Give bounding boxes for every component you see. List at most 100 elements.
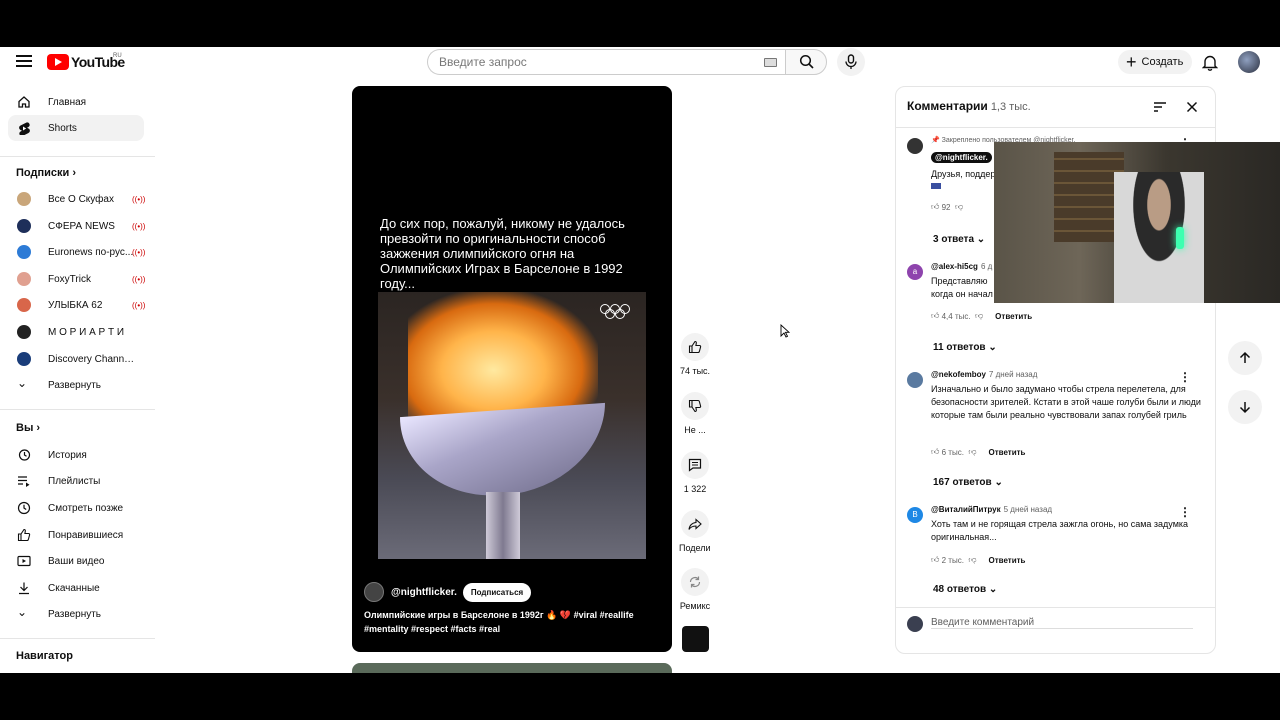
thumbs-down-icon[interactable]: 👎︎ [955,202,963,212]
comment-author[interactable]: @ВиталийПитрук 5 дней назад [931,505,1052,514]
comment-input[interactable] [931,617,1193,629]
sidebar-channel[interactable]: Все О Скуфах ((•)) [8,186,145,212]
commenter-avatar[interactable] [907,372,923,388]
reply-button[interactable]: Ответить [995,312,1032,321]
download-icon [19,582,29,595]
sidebar-item-label: Shorts [48,122,77,134]
sidebar-channel[interactable]: FoxyTrick ((•)) [8,266,145,292]
flame-image [408,292,598,422]
divider [0,156,155,157]
mouse-cursor-icon [780,324,790,338]
channel-avatar [17,192,31,206]
comment-time: 6 д [980,262,993,271]
sidebar-item-liked[interactable]: Понравившиеся [8,522,144,548]
replies-toggle[interactable]: 3 ответа ⌄ [933,234,985,245]
subscriptions-heading[interactable]: Подписки › [16,167,76,179]
divider [0,638,155,639]
keyboard-icon[interactable] [764,58,777,67]
sidebar-channel[interactable]: Discovery Channel ... [8,346,144,372]
replies-toggle[interactable]: 48 ответов ⌄ [933,584,997,595]
menu-icon[interactable] [16,55,32,67]
sound-thumbnail[interactable] [682,626,709,652]
replies-toggle[interactable]: 167 ответов ⌄ [933,477,1003,488]
search-button[interactable] [785,49,827,75]
sidebar-item-your-videos[interactable]: Ваши видео [8,548,144,574]
clock-icon [17,501,31,515]
sidebar-item-history[interactable]: История [8,442,144,468]
commenter-avatar[interactable]: a [907,264,923,280]
chevron-right-icon: › [72,167,76,179]
sidebar-item-label: Ваши видео [48,555,105,567]
you-expand-button[interactable]: ⌄ Развернуть [8,601,144,627]
like-button[interactable] [681,333,709,361]
more-options-icon[interactable]: ⋮ [1179,370,1191,384]
create-label: Создать [1141,56,1184,68]
sort-icon[interactable] [1153,101,1167,113]
video-overlay-text: До сих пор, пожалуй, никому не удалось п… [380,216,625,291]
next-video-button[interactable] [1228,390,1262,424]
comments-total-count: 1,3 тыс. [990,101,1031,113]
comments-button[interactable] [681,451,709,479]
like-action: 74 тыс. [679,333,711,376]
dislike-button[interactable] [681,392,709,420]
author-avatar[interactable] [364,582,384,602]
reply-button[interactable]: Ответить [989,556,1026,565]
youtube-play-icon [47,54,69,70]
cauldron-stem-image [486,492,520,559]
share-button[interactable] [681,510,709,538]
sidebar-item-playlists[interactable]: Плейлисты [8,468,144,494]
thumbs-up-icon[interactable]: 👍︎ [931,447,939,457]
sidebar-item-home[interactable]: Главная [8,89,144,115]
subscribe-button[interactable]: Подписаться [462,582,532,602]
sidebar-item-downloads[interactable]: Скачанные [8,575,144,601]
notifications-bell-icon[interactable] [1201,54,1219,76]
comment-icon [688,458,702,472]
comment-text: Хоть там и не горящая стрела зажгла огон… [931,519,1189,542]
video-description[interactable]: Олимпийские игры в Барселоне в 1992г 🔥 💔… [364,608,654,636]
author-name[interactable]: @nightflicker. [391,587,457,598]
navigator-heading: Навигатор [16,650,73,662]
channel-name: УЛЫБКА 62 [48,299,103,311]
sidebar-item-label: Понравившиеся [48,529,124,541]
thumbs-up-icon[interactable]: 👍︎ [931,202,939,212]
create-button[interactable]: + Создать [1118,50,1192,74]
more-options-icon[interactable]: ⋮ [1179,505,1191,519]
user-avatar [907,616,923,632]
previous-video-button[interactable] [1228,341,1262,375]
thumbs-down-icon[interactable]: 👎︎ [968,555,976,565]
thumbs-down-icon[interactable]: 👎︎ [975,311,983,321]
olympic-rings-icon [600,304,632,320]
comment-author[interactable]: @alex-hi5cg 6 д [931,262,992,271]
search-input[interactable] [439,55,749,69]
reply-button[interactable]: Ответить [989,448,1026,457]
remix-button[interactable] [681,568,709,596]
sidebar-channel[interactable]: СФЕРА NEWS ((•)) [8,213,145,239]
comment-actions: 👍︎ 92 👎︎ [931,202,963,212]
sidebar-item-shorts[interactable]: Shorts [8,115,144,141]
next-video-preview[interactable] [352,663,672,673]
comment-author[interactable]: @nightflicker. [931,152,992,163]
subscriptions-expand-button[interactable]: ⌄ Развернуть [8,372,144,398]
comment-author[interactable]: @nekofemboy 7 дней назад [931,370,1037,379]
comment-likes: 6 тыс. [941,447,964,457]
sidebar-channel[interactable]: М О Р И А Р Т И [8,319,144,345]
channel-avatar [17,298,31,312]
expand-label: Развернуть [48,379,102,391]
remix-icon [689,576,701,588]
sidebar-item-watch-later[interactable]: Смотреть позже [8,495,144,521]
thumbs-up-icon[interactable]: 👍︎ [931,311,939,321]
commenter-avatar[interactable] [907,138,923,154]
comment-likes: 4,4 тыс. [941,311,971,321]
voice-search-button[interactable] [837,48,865,76]
sidebar-channel[interactable]: Euronews по-рус... ((•)) [8,239,145,265]
shorts-video-player[interactable]: До сих пор, пожалуй, никому не удалось п… [352,86,672,652]
thumbs-up-icon[interactable]: 👍︎ [931,555,939,565]
account-avatar[interactable] [1238,51,1260,73]
you-heading[interactable]: Вы › [16,422,40,434]
commenter-avatar[interactable]: В [907,507,923,523]
youtube-logo[interactable]: YouTube RU [47,53,125,70]
replies-toggle[interactable]: 11 ответов ⌄ [933,342,997,353]
sidebar-channel[interactable]: УЛЫБКА 62 ((•)) [8,292,145,318]
thumbs-down-icon[interactable]: 👎︎ [968,447,976,457]
close-icon[interactable] [1186,101,1198,113]
